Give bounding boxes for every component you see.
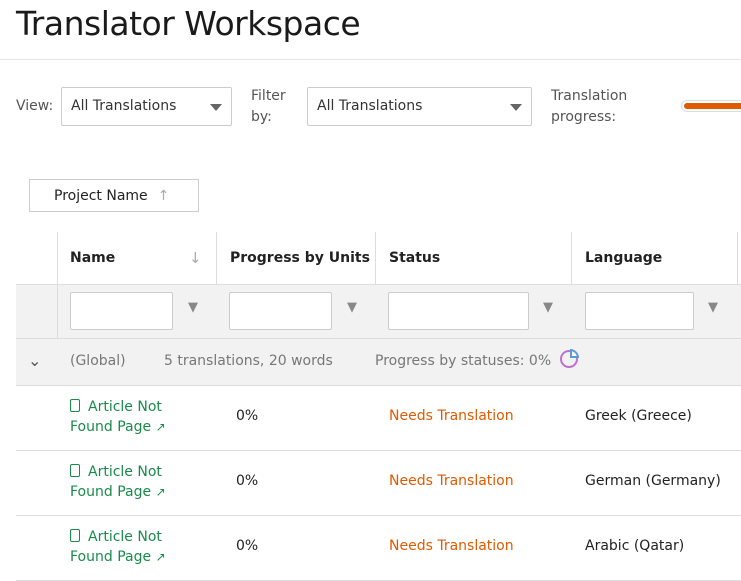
project-link[interactable]: Article Not Found Page ↗: [70, 462, 180, 502]
table-row: Article Not Found Page ↗ 0% Needs Transl…: [16, 516, 741, 581]
project-name: Article Not Found Page: [70, 529, 162, 565]
filter-icon[interactable]: ▼: [708, 300, 718, 315]
chevron-down-icon: [510, 104, 522, 111]
divider: [0, 59, 741, 60]
column-header-name[interactable]: Name: [70, 250, 115, 266]
filter-icon[interactable]: ▼: [543, 300, 553, 315]
project-link[interactable]: Article Not Found Page ↗: [70, 527, 180, 567]
sort-label: Project Name: [54, 188, 148, 204]
view-select-value: All Translations: [71, 98, 177, 114]
progress-label: Translation progress:: [551, 88, 628, 125]
status-value: Needs Translation: [389, 538, 514, 554]
language-value: Arabic (Qatar): [585, 538, 685, 554]
column-header-status[interactable]: Status: [389, 250, 440, 266]
file-code-icon: [70, 529, 80, 542]
table-row: Article Not Found Page ↗ 0% Needs Transl…: [16, 451, 741, 516]
language-filter-input[interactable]: [585, 292, 694, 330]
file-code-icon: [70, 399, 80, 412]
project-name: Article Not Found Page: [70, 464, 162, 500]
filter-select[interactable]: All Translations: [307, 87, 532, 126]
name-filter-input[interactable]: [70, 292, 173, 330]
view-select[interactable]: All Translations: [61, 87, 232, 126]
arrow-up-icon: ↑: [157, 188, 170, 204]
project-name: Article Not Found Page: [70, 399, 162, 435]
arrow-down-icon[interactable]: ↓: [189, 249, 202, 267]
group-label: (Global): [70, 353, 126, 369]
chevron-down-icon[interactable]: ⌄: [28, 351, 41, 370]
external-link-icon[interactable]: ↗: [156, 420, 166, 434]
progress-fill: [684, 103, 741, 109]
project-link[interactable]: Article Not Found Page ↗: [70, 397, 180, 437]
filter-icon[interactable]: ▼: [188, 300, 198, 315]
status-value: Needs Translation: [389, 408, 514, 424]
column-header-language[interactable]: Language: [585, 250, 662, 266]
filter-label: Filter by:: [251, 88, 286, 125]
progress-value: 0%: [236, 473, 259, 489]
translation-progress-bar: [681, 100, 741, 112]
table-row: Article Not Found Page ↗ 0% Needs Transl…: [16, 386, 741, 451]
progress-value: 0%: [236, 408, 259, 424]
external-link-icon[interactable]: ↗: [156, 485, 166, 499]
view-label: View:: [16, 98, 54, 114]
pie-chart-icon[interactable]: [560, 349, 579, 368]
language-value: Greek (Greece): [585, 408, 692, 424]
progress-filter-input[interactable]: [229, 292, 332, 330]
group-row: ⌄ (Global) 5 translations, 20 words Prog…: [16, 338, 741, 386]
page-title: Translator Workspace: [16, 4, 361, 43]
filter-select-value: All Translations: [317, 98, 423, 114]
group-summary: 5 translations, 20 words: [164, 353, 333, 369]
filter-icon[interactable]: ▼: [347, 300, 357, 315]
col-divider: [57, 284, 58, 338]
language-value: German (Germany): [585, 473, 721, 489]
column-header-progress[interactable]: Progress by Units: [230, 250, 370, 266]
file-code-icon: [70, 464, 80, 477]
status-filter-input[interactable]: [388, 292, 529, 330]
group-progress: Progress by statuses: 0%: [375, 353, 552, 369]
status-value: Needs Translation: [389, 473, 514, 489]
chevron-down-icon: [210, 104, 222, 111]
progress-value: 0%: [236, 538, 259, 554]
external-link-icon[interactable]: ↗: [156, 550, 166, 564]
sort-project-name-button[interactable]: Project Name ↑: [29, 179, 199, 212]
